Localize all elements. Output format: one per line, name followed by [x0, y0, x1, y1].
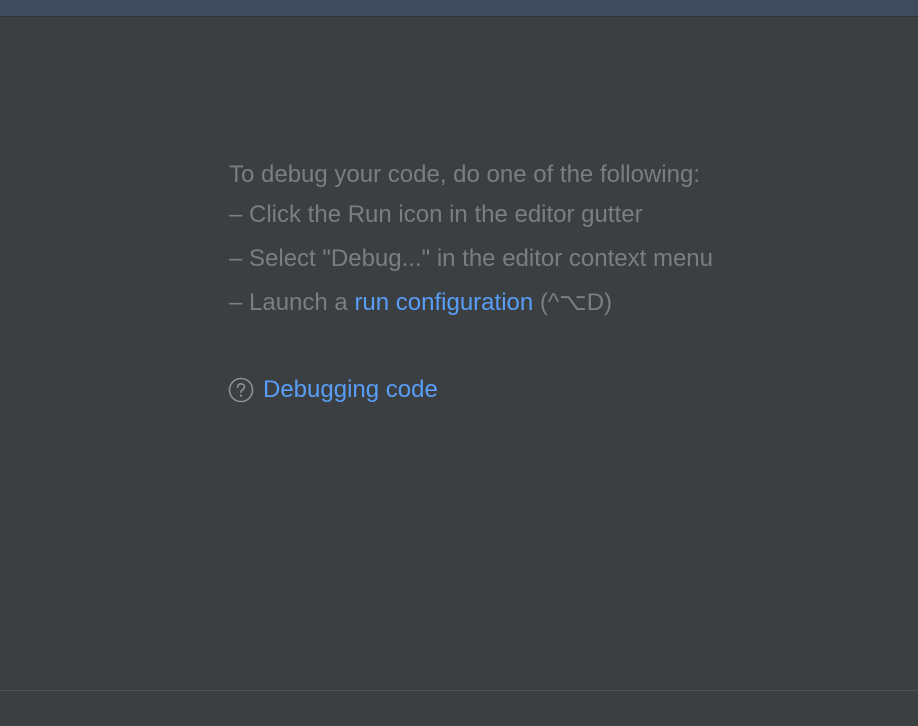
debugger-empty-panel	[0, 17, 918, 690]
instruction-context-menu: – Select "Debug..." in the editor contex…	[229, 245, 713, 272]
instruction-run-icon: – Click the Run icon in the editor gutte…	[229, 201, 643, 228]
question-circle-icon[interactable]	[228, 377, 254, 403]
debugging-code-link[interactable]: Debugging code	[263, 376, 438, 404]
shortcut-hint: (^⌥D)	[533, 289, 613, 316]
status-bar	[0, 690, 918, 726]
debug-tool-window: To debug your code, do one of the follow…	[0, 0, 918, 726]
instruction-prefix: – Launch a	[229, 289, 355, 316]
help-link-row[interactable]: Debugging code	[228, 374, 438, 406]
instructions-heading: To debug your code, do one of the follow…	[229, 161, 700, 188]
tool-window-header	[0, 0, 918, 17]
instruction-run-configuration: – Launch a run configuration (^⌥D)	[229, 289, 612, 317]
run-configuration-link[interactable]: run configuration	[354, 289, 533, 316]
